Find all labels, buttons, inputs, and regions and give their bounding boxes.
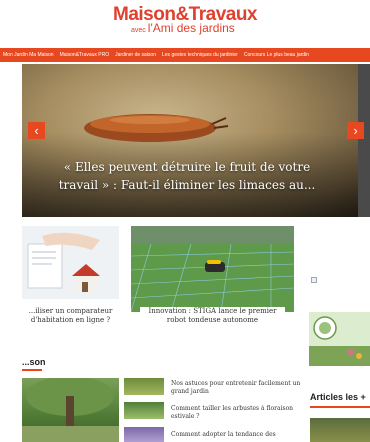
- prev-slide-button[interactable]: ‹: [28, 122, 45, 139]
- card-image-comparateur[interactable]: [22, 226, 119, 299]
- nav-item-pro[interactable]: Maison&Travaux PRO: [57, 48, 113, 62]
- hero-caption[interactable]: « Elles peuvent détruire le fruit de vot…: [52, 158, 322, 194]
- sidebar-article-thumb[interactable]: [310, 418, 370, 442]
- sidebar-ad[interactable]: [309, 312, 370, 366]
- logo-sub-name: l'Ami des jardins: [147, 21, 235, 35]
- list-item-title-3[interactable]: Comment adopter la tendance des: [171, 431, 306, 439]
- tree-image: [22, 378, 119, 442]
- section-title: ...son: [22, 357, 46, 367]
- sidebar-underline: [310, 406, 370, 408]
- robot-mower-illustration: [131, 226, 294, 312]
- feature-article-image[interactable]: [22, 378, 119, 442]
- sidebar-title: Articles les +: [310, 392, 366, 402]
- broken-image-icon: [311, 277, 317, 283]
- main-nav: Mon Jardin Ma Maison Maison&Travaux PRO …: [0, 48, 370, 62]
- next-slide-peek: [358, 64, 370, 217]
- list-thumb-3[interactable]: [124, 427, 164, 442]
- list-thumb-2[interactable]: [124, 402, 164, 419]
- card-caption-stiga[interactable]: Innovation : STIGA lance le premier robo…: [140, 307, 285, 325]
- logo-sub-prefix: avec: [131, 27, 146, 34]
- logo-sub-text: avec l'Ami des jardins: [131, 22, 235, 37]
- list-item-title-1[interactable]: Nos astuces pour entretenir facilement u…: [171, 380, 306, 396]
- house-document-illustration: [22, 226, 119, 299]
- hero-slide[interactable]: [22, 64, 362, 217]
- section-underline: [22, 369, 42, 371]
- list-thumb-1[interactable]: [124, 378, 164, 395]
- card-caption-comparateur[interactable]: ...iliser un comparateur d'habitation en…: [22, 307, 119, 325]
- nav-item-gestes[interactable]: Les gestes techniques du jardinier: [159, 48, 241, 62]
- list-item-title-2[interactable]: Comment tailler les arbustes à floraison…: [171, 405, 306, 421]
- nav-item-saison[interactable]: Jardiner de saison: [112, 48, 159, 62]
- slug-image: [84, 114, 229, 142]
- ad-illustration: [309, 312, 370, 366]
- nav-item-concours[interactable]: Concours Le plus beau jardin: [241, 48, 312, 62]
- next-slide-button[interactable]: ›: [347, 122, 364, 139]
- nav-item-mon-jardin[interactable]: Mon Jardin Ma Maison: [0, 48, 57, 62]
- card-image-stiga[interactable]: [131, 226, 294, 312]
